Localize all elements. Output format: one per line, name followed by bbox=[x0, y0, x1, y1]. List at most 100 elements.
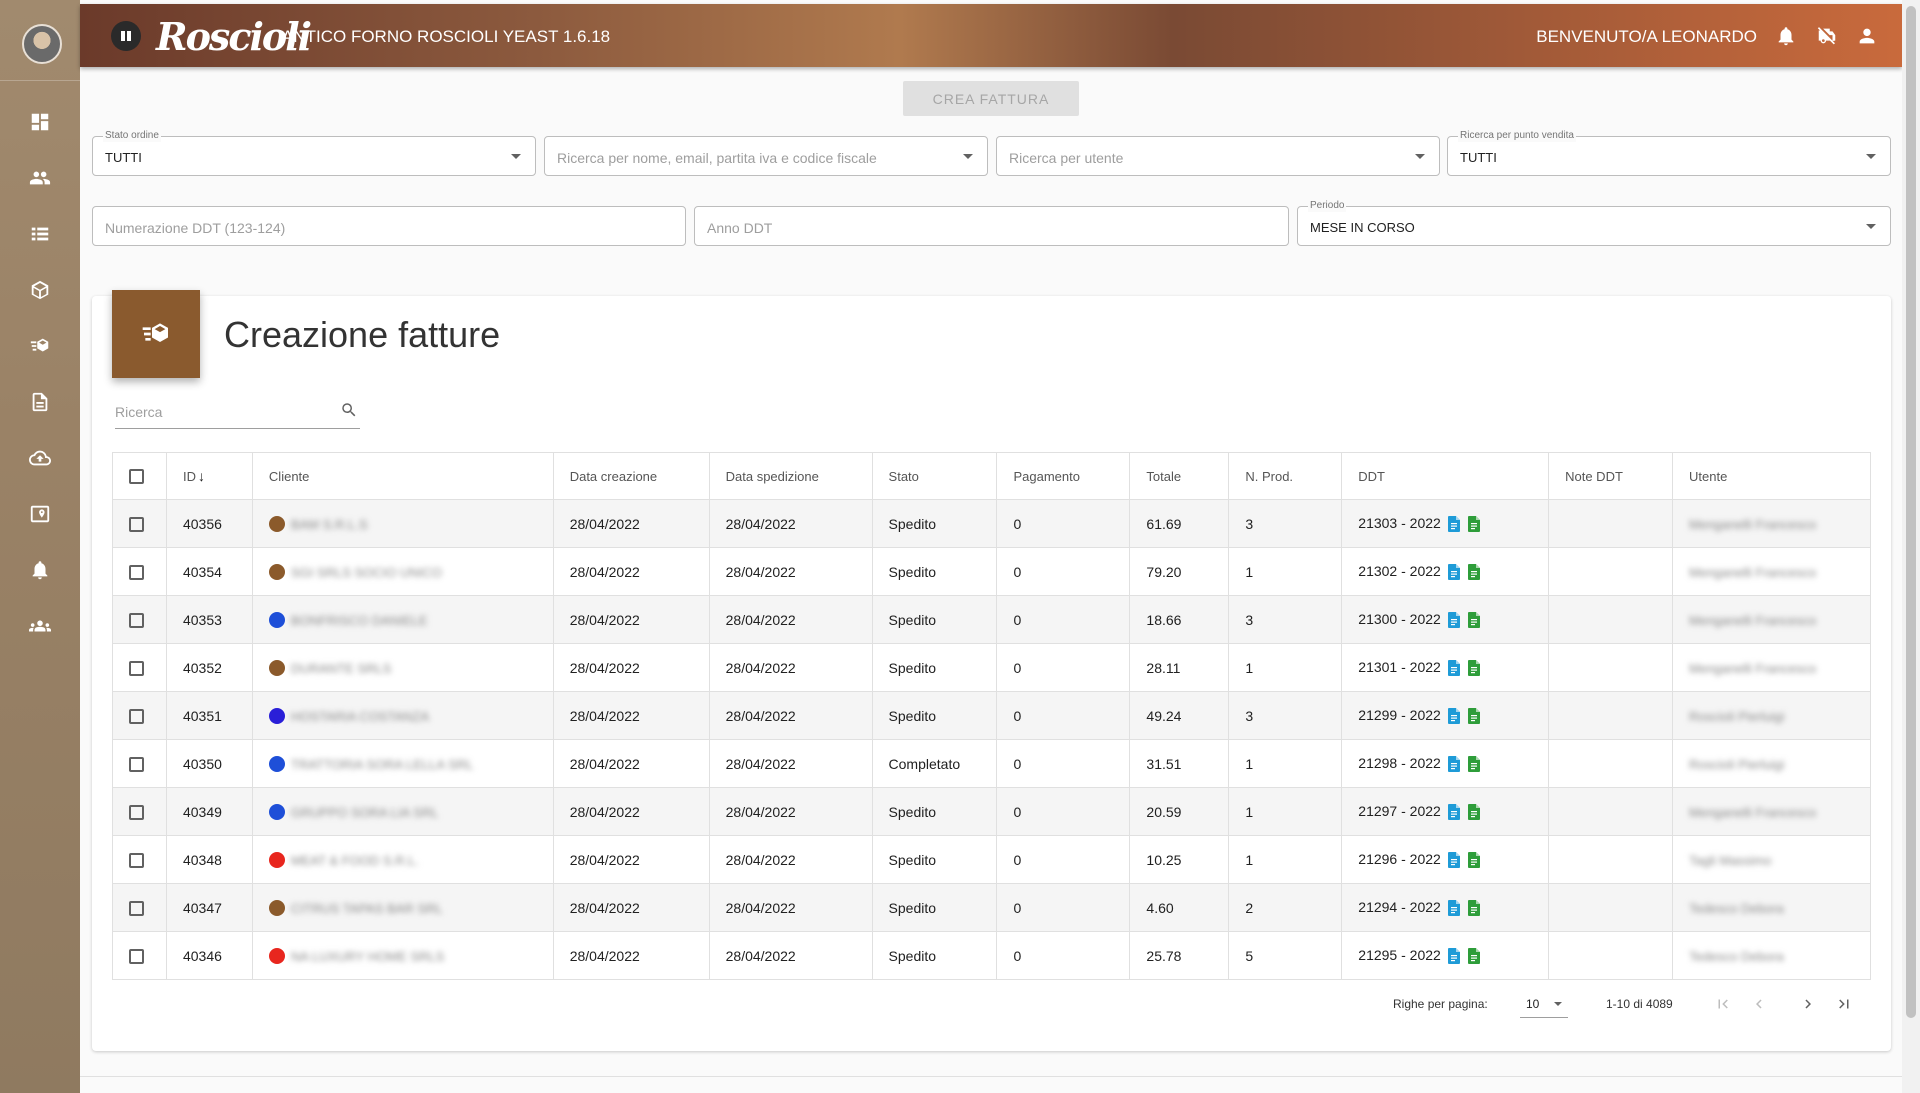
anno-ddt-placeholder: Anno DDT bbox=[707, 220, 773, 236]
table-row[interactable]: 40356 BAM S.R.L.S 28/04/2022 28/04/2022 Sped… bbox=[112, 499, 1871, 548]
crea-fattura-button[interactable]: CREA FATTURA bbox=[903, 81, 1079, 116]
col-note-ddt[interactable]: Note DDT bbox=[1548, 452, 1674, 500]
people-icon[interactable] bbox=[28, 166, 52, 190]
select-all-checkbox[interactable] bbox=[129, 469, 144, 485]
account-icon[interactable] bbox=[1856, 25, 1878, 47]
col-cliente[interactable]: Cliente bbox=[252, 452, 554, 500]
row-checkbox[interactable] bbox=[129, 516, 144, 532]
ricerca-utente-select[interactable]: Ricerca per utente bbox=[996, 136, 1440, 176]
notifications-icon[interactable] bbox=[1775, 25, 1797, 47]
cell-cliente: NA LUXURY HOME SRLS bbox=[252, 931, 554, 980]
col-totale[interactable]: Totale bbox=[1129, 452, 1230, 500]
ddt-sheet-icon[interactable] bbox=[1467, 900, 1481, 917]
prev-page-button[interactable] bbox=[1747, 992, 1771, 1016]
shipping-list-icon[interactable] bbox=[28, 334, 52, 358]
page-scrollbar[interactable] bbox=[1902, 0, 1920, 1093]
dashboard-icon[interactable] bbox=[28, 110, 52, 134]
ddt-sheet-icon[interactable] bbox=[1467, 660, 1481, 677]
first-page-icon bbox=[1718, 999, 1728, 1009]
ddt-pdf-icon[interactable] bbox=[1447, 660, 1461, 677]
anno-ddt-input[interactable]: Anno DDT bbox=[694, 206, 1289, 246]
cell-id: 40349 bbox=[166, 787, 253, 836]
ddt-pdf-icon[interactable] bbox=[1447, 612, 1461, 629]
cell-data-spedizione: 28/04/2022 bbox=[709, 787, 873, 836]
groups-icon[interactable] bbox=[28, 614, 52, 638]
rows-per-page-select[interactable]: 10 bbox=[1520, 992, 1568, 1018]
ddt-sheet-icon[interactable] bbox=[1467, 708, 1481, 725]
table-row[interactable]: 40351 HOSTARIA COSTANZA 28/04/2022 28/04/20… bbox=[112, 691, 1871, 740]
ddt-pdf-icon[interactable] bbox=[1447, 948, 1461, 965]
row-checkbox[interactable] bbox=[129, 948, 144, 964]
ddt-sheet-icon[interactable] bbox=[1467, 612, 1481, 629]
utente-name: Menganelli Francesco bbox=[1689, 516, 1817, 532]
row-checkbox[interactable] bbox=[129, 564, 144, 580]
ddt-pdf-icon[interactable] bbox=[1447, 708, 1461, 725]
cliente-status-dot bbox=[268, 804, 285, 821]
col-id[interactable]: ID ↓ bbox=[166, 452, 253, 500]
first-page-button[interactable] bbox=[1711, 992, 1735, 1016]
ricerca-cliente-select[interactable]: Ricerca per nome, email, partita iva e c… bbox=[544, 136, 988, 176]
caret-down-icon bbox=[963, 154, 973, 159]
cell-utente: Menganelli Francesco bbox=[1672, 499, 1871, 548]
ddt-sheet-icon[interactable] bbox=[1467, 948, 1481, 965]
cell-id: 40350 bbox=[166, 739, 253, 788]
col-n-prod[interactable]: N. Prod. bbox=[1228, 452, 1343, 500]
ddt-pdf-icon[interactable] bbox=[1447, 852, 1461, 869]
table-row[interactable]: 40348 MEAT & FOOD S.R.L. 28/04/2022 28/04/2… bbox=[112, 835, 1871, 884]
document-icon[interactable] bbox=[28, 390, 52, 414]
table-row[interactable]: 40346 NA LUXURY HOME SRLS 28/04/2022 28/04/… bbox=[112, 931, 1871, 980]
ddt-sheet-icon[interactable] bbox=[1467, 756, 1481, 773]
row-select-cell bbox=[112, 643, 167, 692]
col-utente[interactable]: Utente bbox=[1672, 452, 1871, 500]
scrollbar-thumb[interactable] bbox=[1906, 6, 1916, 1018]
avatar[interactable] bbox=[22, 24, 62, 64]
table-row[interactable]: 40352 DURANTE SRLS 28/04/2022 28/04/2022 Spe… bbox=[112, 643, 1871, 692]
col-data-spedizione[interactable]: Data spedizione bbox=[709, 452, 873, 500]
shipping-off-icon[interactable] bbox=[1816, 25, 1838, 47]
cell-totale: 61.69 bbox=[1129, 499, 1230, 548]
row-checkbox[interactable] bbox=[129, 708, 144, 724]
row-checkbox[interactable] bbox=[129, 756, 144, 772]
ddt-pdf-icon[interactable] bbox=[1447, 564, 1461, 581]
bell-icon[interactable] bbox=[28, 558, 52, 582]
cell-data-creazione: 28/04/2022 bbox=[553, 643, 710, 692]
table-search-input[interactable]: Ricerca bbox=[115, 395, 360, 429]
punto-vendita-select[interactable]: Ricerca per punto vendita TUTTI bbox=[1447, 130, 1891, 176]
ddt-sheet-icon[interactable] bbox=[1467, 564, 1481, 581]
row-checkbox[interactable] bbox=[129, 804, 144, 820]
last-page-icon bbox=[1839, 999, 1849, 1009]
col-ddt[interactable]: DDT bbox=[1341, 452, 1550, 500]
row-checkbox[interactable] bbox=[129, 900, 144, 916]
sort-arrow-down-icon[interactable]: ↓ bbox=[198, 468, 205, 484]
stato-ordine-select[interactable]: Stato ordine TUTTI bbox=[92, 130, 536, 176]
periodo-select[interactable]: Periodo MESE IN CORSO bbox=[1297, 200, 1891, 246]
col-data-creazione[interactable]: Data creazione bbox=[553, 452, 710, 500]
menu-button[interactable] bbox=[111, 21, 141, 51]
ddt-sheet-icon[interactable] bbox=[1467, 804, 1481, 821]
ddt-pdf-icon[interactable] bbox=[1447, 900, 1461, 917]
table-row[interactable]: 40353 BONFRISCO DANIELE 28/04/2022 28/04/20… bbox=[112, 595, 1871, 644]
ddt-sheet-icon[interactable] bbox=[1467, 516, 1481, 533]
ddt-pdf-icon[interactable] bbox=[1447, 516, 1461, 533]
table-row[interactable]: 40349 GRUPPO SORA LIA SRL 28/04/2022 28/04/… bbox=[112, 787, 1871, 836]
ddt-sheet-icon[interactable] bbox=[1467, 852, 1481, 869]
table-row[interactable]: 40354 SGI SRLS SOCIO UNICO 28/04/2022 28/04… bbox=[112, 547, 1871, 596]
col-stato[interactable]: Stato bbox=[872, 452, 998, 500]
table-row[interactable]: 40347 CITRUS TAPAS BAR SRL 28/04/2022 28/04… bbox=[112, 883, 1871, 932]
ddt-number: 21303 - 2022 bbox=[1358, 514, 1441, 531]
row-checkbox[interactable] bbox=[129, 660, 144, 676]
map-icon[interactable] bbox=[28, 502, 52, 526]
ddt-pdf-icon[interactable] bbox=[1447, 756, 1461, 773]
col-pagamento[interactable]: Pagamento bbox=[996, 452, 1131, 500]
last-page-button[interactable] bbox=[1832, 992, 1856, 1016]
cliente-name: BAM S.R.L.S bbox=[290, 516, 368, 532]
row-checkbox[interactable] bbox=[129, 852, 144, 868]
row-checkbox[interactable] bbox=[129, 612, 144, 628]
cloud-upload-icon[interactable] bbox=[28, 446, 52, 470]
list-icon[interactable] bbox=[28, 222, 52, 246]
package-icon[interactable] bbox=[28, 278, 52, 302]
next-page-button[interactable] bbox=[1796, 992, 1820, 1016]
ddt-pdf-icon[interactable] bbox=[1447, 804, 1461, 821]
numerazione-ddt-input[interactable]: Numerazione DDT (123-124) bbox=[92, 206, 686, 246]
table-row[interactable]: 40350 TRATTORIA SORA LELLA SRL 28/04/2022 2… bbox=[112, 739, 1871, 788]
